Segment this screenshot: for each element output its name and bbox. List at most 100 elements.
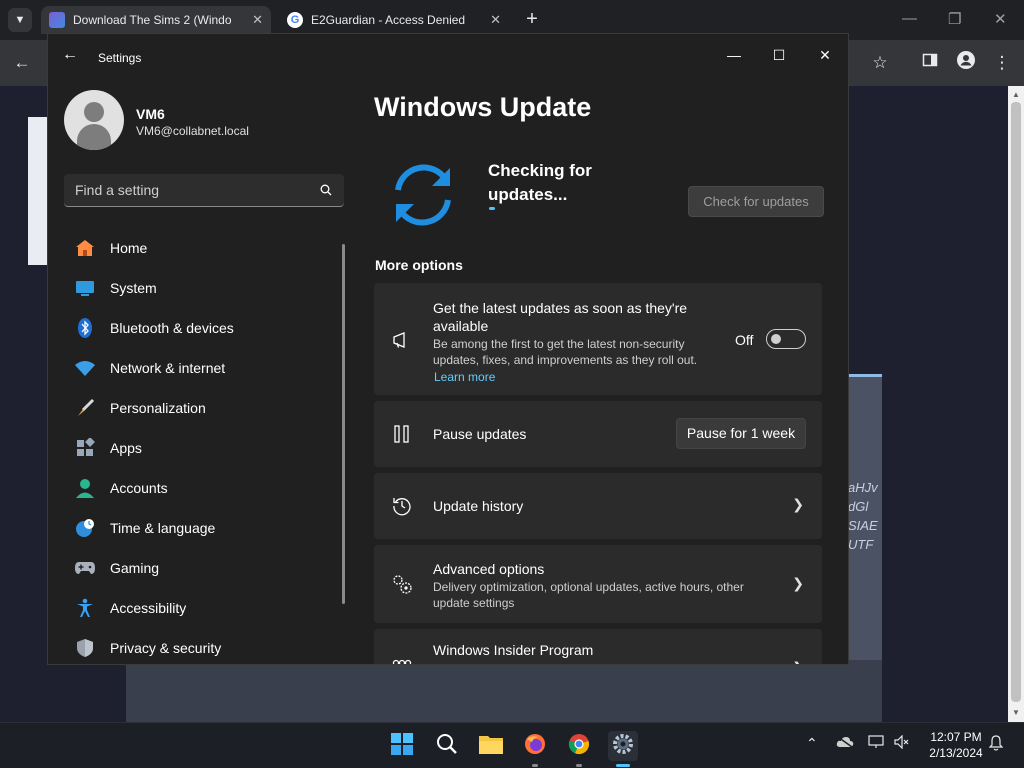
nav-label: Home [110, 240, 148, 256]
windows-insider-title: Windows Insider Program [433, 642, 594, 658]
nav-label: Network & internet [110, 360, 226, 376]
browser-tab-title: Download The Sims 2 (Windo [73, 13, 232, 27]
shield-icon [74, 637, 96, 659]
gamepad-icon [74, 557, 96, 579]
bluetooth-icon [74, 317, 96, 339]
advanced-options-card[interactable]: Advanced options Delivery optimization, … [374, 545, 822, 623]
pause-updates-card: Pause updates Pause for 1 week [374, 401, 822, 467]
update-history-card[interactable]: Update history ❯ [374, 473, 822, 539]
update-history-title: Update history [433, 498, 524, 514]
brush-icon [74, 397, 96, 419]
page-background-text: aHJv dGl SIAE UTF [848, 478, 878, 554]
maximize-button[interactable]: ☐ [757, 40, 801, 70]
learn-more-link[interactable]: Learn more [434, 370, 495, 384]
chevron-right-icon: ❯ [792, 496, 804, 512]
more-options-heading: More options [375, 257, 463, 273]
user-email: VM6@collabnet.local [136, 124, 249, 138]
pause-for-1-week-button[interactable]: Pause for 1 week [676, 418, 806, 449]
nav-label: Privacy & security [110, 640, 222, 656]
sync-icon [384, 156, 462, 234]
settings-app-button[interactable] [608, 731, 638, 767]
scroll-down-icon[interactable]: ▼ [1008, 706, 1024, 720]
browser-close-button[interactable]: ✕ [994, 10, 1007, 28]
back-arrow-icon[interactable]: ← [62, 46, 78, 64]
search-input[interactable]: Find a setting [64, 174, 344, 207]
browser-tab-title: E2Guardian - Access Denied [311, 13, 466, 27]
settings-window: ← Settings — ☐ ✕ VM6 VM6@collabnet.local… [47, 33, 849, 665]
firefox-button[interactable] [520, 731, 550, 767]
browser-scrollbar[interactable]: ▲ ▼ [1008, 86, 1024, 722]
nav-label: Personalization [110, 400, 206, 416]
start-icon [391, 732, 413, 760]
scroll-up-icon[interactable]: ▲ [1008, 88, 1024, 102]
home-icon [74, 237, 96, 259]
profile-icon[interactable] [954, 51, 978, 75]
nav-label: Apps [110, 440, 142, 456]
nav-item-time-language[interactable]: Time & language [64, 508, 344, 548]
nav-item-home[interactable]: Home [64, 228, 344, 268]
nav-item-accounts[interactable]: Accounts [64, 468, 344, 508]
browser-tab-sims[interactable]: Download The Sims 2 (Windo ✕ [41, 6, 271, 34]
accessibility-icon [74, 597, 96, 619]
gears-icon [390, 572, 414, 596]
avatar[interactable] [64, 90, 124, 150]
side-panel-icon[interactable] [918, 51, 942, 75]
tab-search-dropdown[interactable]: ▼ [8, 8, 32, 32]
chevron-right-icon: ❯ [792, 575, 804, 591]
start-button[interactable] [387, 731, 417, 761]
clock-date: 2/13/2024 [929, 746, 983, 760]
close-button[interactable]: ✕ [803, 40, 847, 70]
chrome-button[interactable] [564, 731, 594, 767]
browser-restore-button[interactable]: ❐ [948, 10, 961, 28]
page-text-line: aHJv [848, 480, 878, 495]
browser-tab-e2guardian[interactable]: G E2Guardian - Access Denied ✕ [279, 6, 509, 34]
browser-menu-icon[interactable]: ⋮ [990, 51, 1014, 75]
nav-item-personalization[interactable]: Personalization [64, 388, 344, 428]
nav-item-privacy[interactable]: Privacy & security [64, 628, 344, 664]
bookmark-star-icon[interactable]: ☆ [868, 51, 892, 75]
wifi-icon [74, 357, 96, 379]
notification-bell-icon[interactable] [988, 735, 1004, 754]
nav-item-network[interactable]: Network & internet [64, 348, 344, 388]
check-for-updates-button[interactable]: Check for updates [688, 186, 824, 217]
page-text-line: UTF [848, 537, 874, 552]
onedrive-icon[interactable] [836, 735, 854, 751]
taskbar-search-button[interactable] [432, 731, 462, 761]
page-text-line: dGl [848, 499, 869, 514]
nav-item-accessibility[interactable]: Accessibility [64, 588, 344, 628]
nav-scrollbar[interactable] [342, 244, 345, 604]
windows-insider-card[interactable]: Windows Insider Program ❯ [374, 629, 822, 664]
minimize-button[interactable]: — [712, 40, 756, 70]
latest-updates-description: Be among the first to get the latest non… [433, 337, 698, 367]
chrome-icon [568, 733, 590, 760]
nav-item-system[interactable]: System [64, 268, 344, 308]
nav-item-bluetooth[interactable]: Bluetooth & devices [64, 308, 344, 348]
scrollbar-thumb[interactable] [1011, 102, 1021, 702]
nav-label: Gaming [110, 560, 160, 576]
latest-updates-toggle[interactable] [766, 329, 806, 349]
nav-label: Bluetooth & devices [110, 320, 234, 336]
volume-muted-icon[interactable] [894, 734, 910, 752]
network-icon[interactable] [868, 735, 884, 752]
file-explorer-button[interactable] [476, 731, 506, 761]
windows-update-page: Windows Update Checking for updates... C… [374, 82, 848, 664]
page-text-line: SIAE [848, 518, 878, 533]
nav-item-gaming[interactable]: Gaming [64, 548, 344, 588]
nav-label: Time & language [110, 520, 216, 536]
taskbar-clock[interactable]: 12:07 PM 2/13/2024 [920, 729, 992, 761]
close-tab-icon[interactable]: ✕ [252, 12, 263, 28]
nav-item-apps[interactable]: Apps [64, 428, 344, 468]
show-hidden-icons-chevron-icon[interactable]: ⌃ [806, 735, 818, 752]
latest-updates-card: Get the latest updates as soon as they'r… [374, 283, 822, 395]
browser-minimize-button[interactable]: — [902, 10, 917, 27]
back-arrow-icon[interactable]: ← [10, 51, 34, 75]
clock-time: 12:07 PM [930, 730, 982, 744]
globe-clock-icon [74, 517, 96, 539]
sims-favicon [49, 12, 65, 28]
nav-label: Accounts [110, 480, 168, 496]
page-title: Windows Update [374, 92, 592, 122]
new-tab-button[interactable]: + [520, 8, 544, 32]
close-tab-icon[interactable]: ✕ [490, 12, 501, 28]
settings-window-title: Settings [98, 51, 142, 65]
file-explorer-icon [479, 734, 503, 759]
